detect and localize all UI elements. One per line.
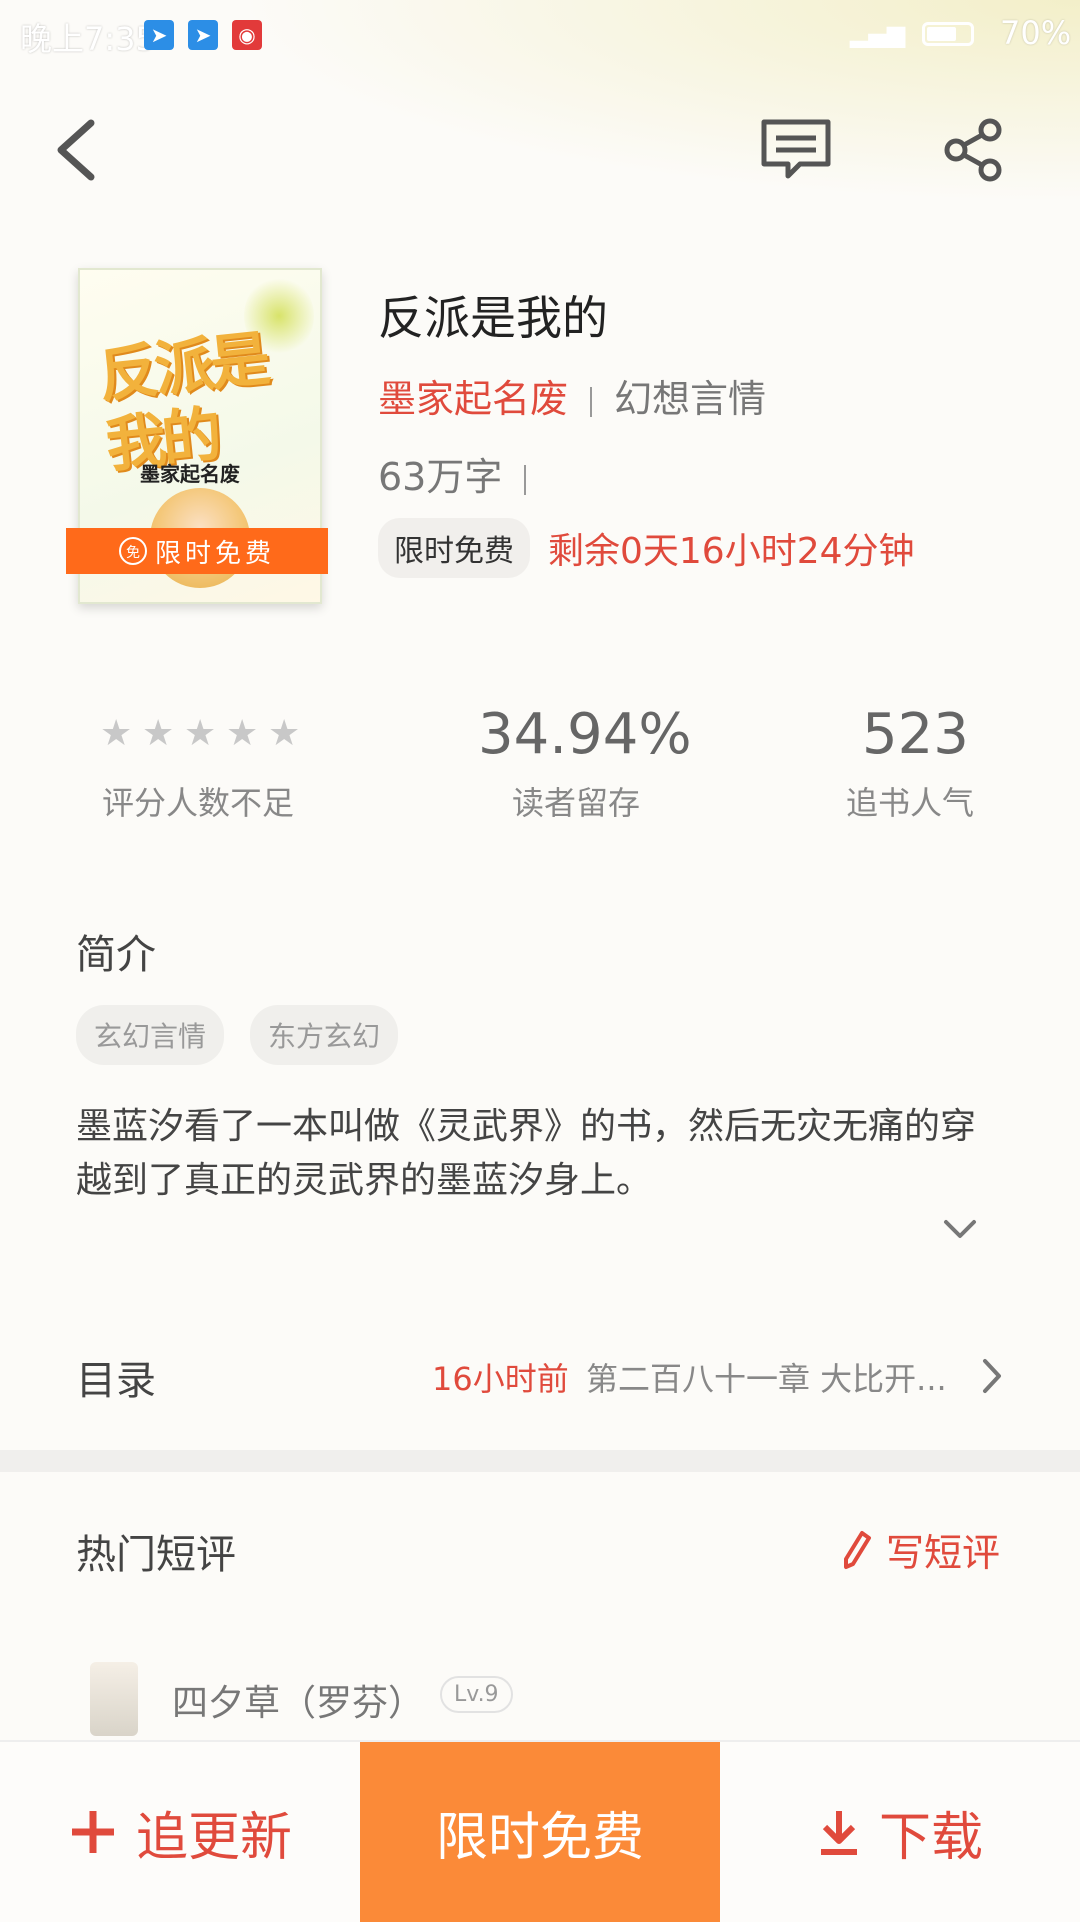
latest-chapter[interactable]: 第二百八十一章 大比开... [586,1354,947,1400]
limited-free-badge: 免 限时免费 [66,528,328,574]
expand-intro-button[interactable] [940,1216,980,1246]
pencil-icon [844,1530,871,1569]
battery-icon [922,22,974,46]
reviews-title: 热门短评 [76,1532,236,1578]
share-icon [944,118,1002,182]
download-label: 下载 [878,1807,983,1868]
catalog-title[interactable]: 目录 [76,1348,156,1406]
divider [590,386,593,417]
status-time: 晚上7:35 [20,20,156,58]
chevron-right-icon [983,1359,1001,1393]
free-countdown-row: 限时免费 剩余0天16小时24分钟 [378,518,915,578]
tag-item[interactable]: 东方玄幻 [250,1005,399,1065]
download-icon [820,1811,857,1855]
limited-free-badge-label: 限时免费 [154,538,275,569]
star-icon: ★ [100,713,133,754]
popularity-label: 追书人气 [846,784,975,822]
free-icon: 免 [118,537,147,565]
follow-updates-label: 追更新 [135,1807,292,1868]
bottom-action-bar: 追更新 限时免费 下载 [0,1740,1080,1922]
tag-item[interactable]: 玄幻言情 [76,1005,225,1065]
follow-updates-button[interactable]: 追更新 [0,1742,360,1922]
tag-list: 玄幻言情 东方玄幻 [76,1005,399,1065]
limited-free-chip: 限时免费 [378,518,530,578]
word-count-label: 63万字 [378,455,503,499]
star-icon: ★ [184,713,217,754]
divider [524,464,527,495]
back-arrow-icon [57,119,95,181]
star-icon: ★ [142,713,175,754]
comment-icon [761,119,831,179]
free-countdown: 剩余0天16小时24分钟 [548,531,915,572]
star-icon: ★ [226,713,259,754]
chevron-down-icon [944,1220,976,1238]
write-review-button[interactable]: 写短评 [842,1522,1000,1577]
rating-label: 评分人数不足 [102,784,295,822]
book-meta: 墨家起名废 幻想言情 [378,368,766,423]
telegram-icon: ➤ [188,20,218,50]
cover-author: 墨家起名废 [140,462,240,486]
catalog-open-button[interactable] [980,1356,1004,1400]
genre-label[interactable]: 幻想言情 [614,377,766,421]
intro-title: 简介 [76,932,156,978]
retention-value: 34.94% [478,702,692,767]
review-username[interactable]: 四夕草（罗芬） [172,1674,424,1726]
catalog-update-time[interactable]: 16小时前 [432,1354,569,1400]
book-title: 反派是我的 [378,291,608,345]
star-icon: ★ [268,713,301,754]
author-link[interactable]: 墨家起名废 [378,377,568,421]
cover-title: 反派是我的 [95,324,270,482]
read-free-button[interactable]: 限时免费 [360,1742,720,1922]
popularity-value: 523 [862,702,969,767]
plus-icon [71,1811,114,1853]
back-button[interactable] [36,110,116,190]
avatar[interactable] [90,1662,138,1736]
download-button[interactable]: 下载 [720,1742,1080,1922]
share-button[interactable] [934,110,1014,190]
retention-label: 读者留存 [512,784,641,822]
signal-icon: ▂▄▆ [850,20,906,48]
comment-button[interactable] [756,110,836,190]
battery-fill [927,27,956,41]
rating-stars: ★ ★ ★ ★ ★ [100,713,301,754]
word-count: 63万字 [378,446,548,501]
user-level-badge: Lv.9 [440,1676,513,1713]
read-free-label: 限时免费 [435,1807,644,1868]
status-bar: 晚上7:35 ➤ ➤ ◉ ▂▄▆ 70% [0,0,1080,72]
section-divider [0,1450,1080,1472]
intro-text: 墨蓝汐看了一本叫做《灵武界》的书，然后无灾无痛的穿越到了真正的灵武界的墨蓝汐身上… [76,1106,977,1201]
weibo-icon: ◉ [232,20,262,50]
write-review-label: 写短评 [886,1531,1001,1575]
battery-percent: 70% [1000,14,1072,52]
telegram-icon: ➤ [144,20,174,50]
